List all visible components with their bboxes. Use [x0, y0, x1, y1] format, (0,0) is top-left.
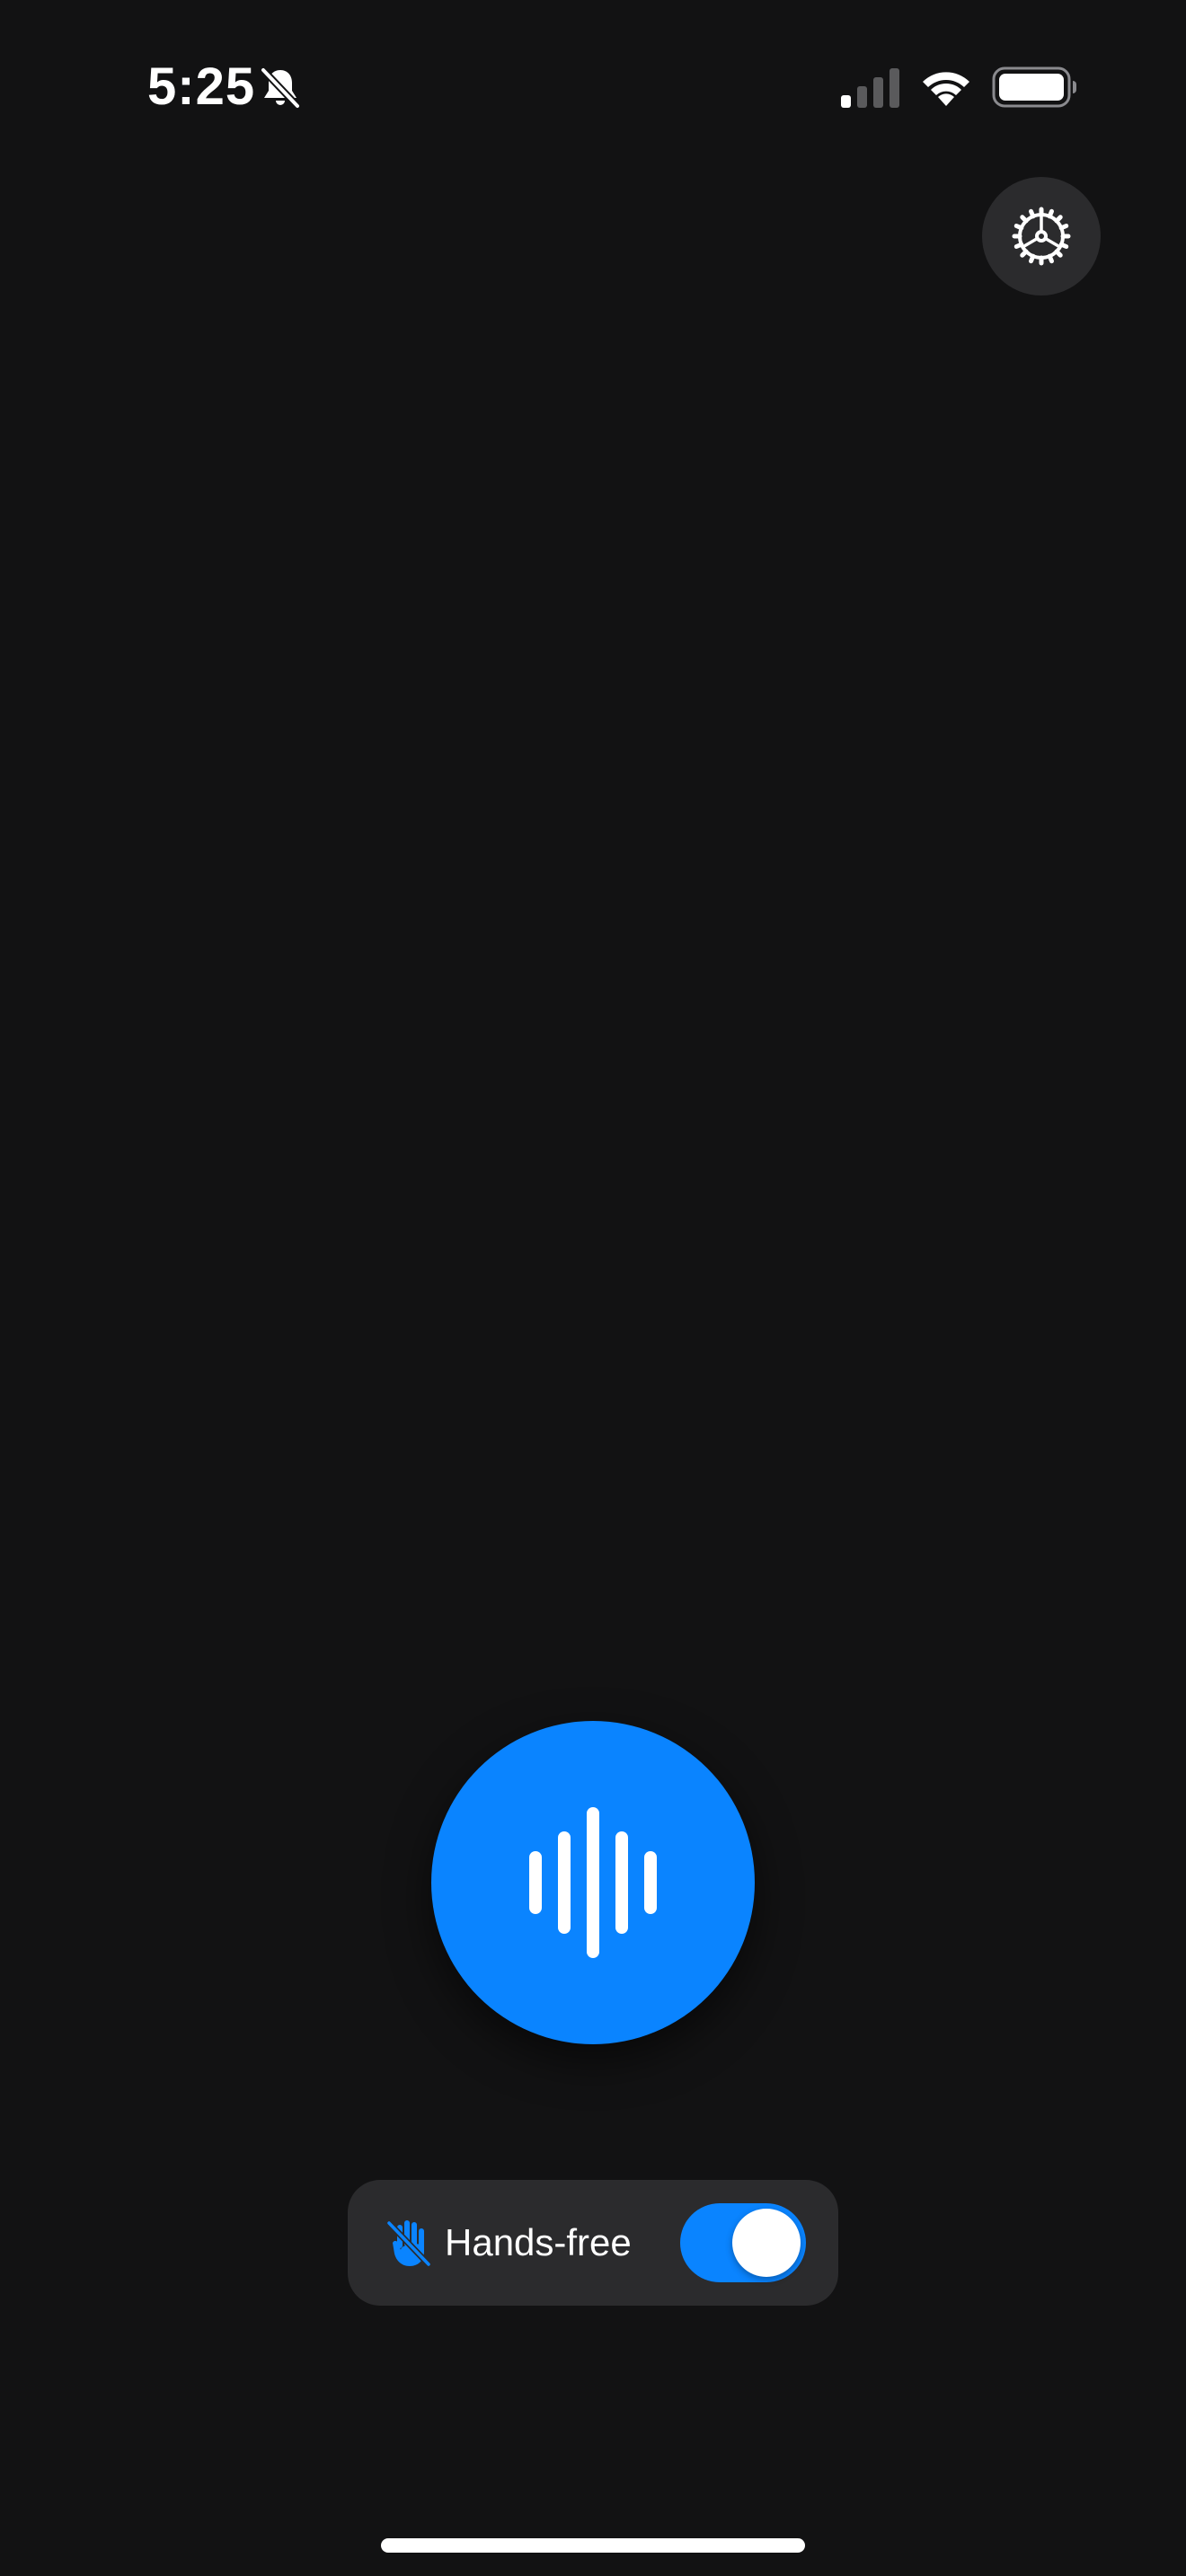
settings-button[interactable] [982, 177, 1101, 296]
status-bar: 5:25 [0, 0, 1186, 171]
hand-raised-slash-icon [385, 2219, 432, 2268]
status-time: 5:25 [147, 57, 256, 116]
home-indicator[interactable] [381, 2538, 805, 2553]
waveform-icon [529, 1807, 657, 1958]
gear-icon [1012, 207, 1071, 266]
battery-icon [992, 66, 1076, 108]
hands-free-toggle[interactable] [680, 2203, 806, 2282]
hands-free-label: Hands-free [445, 2221, 632, 2263]
wifi-icon [923, 72, 969, 106]
cellular-signal-icon [841, 68, 899, 108]
voice-button[interactable] [431, 1721, 755, 2044]
bell-slash-icon [260, 66, 301, 110]
hands-free-control: Hands-free [348, 2180, 838, 2306]
toggle-knob [732, 2209, 801, 2277]
